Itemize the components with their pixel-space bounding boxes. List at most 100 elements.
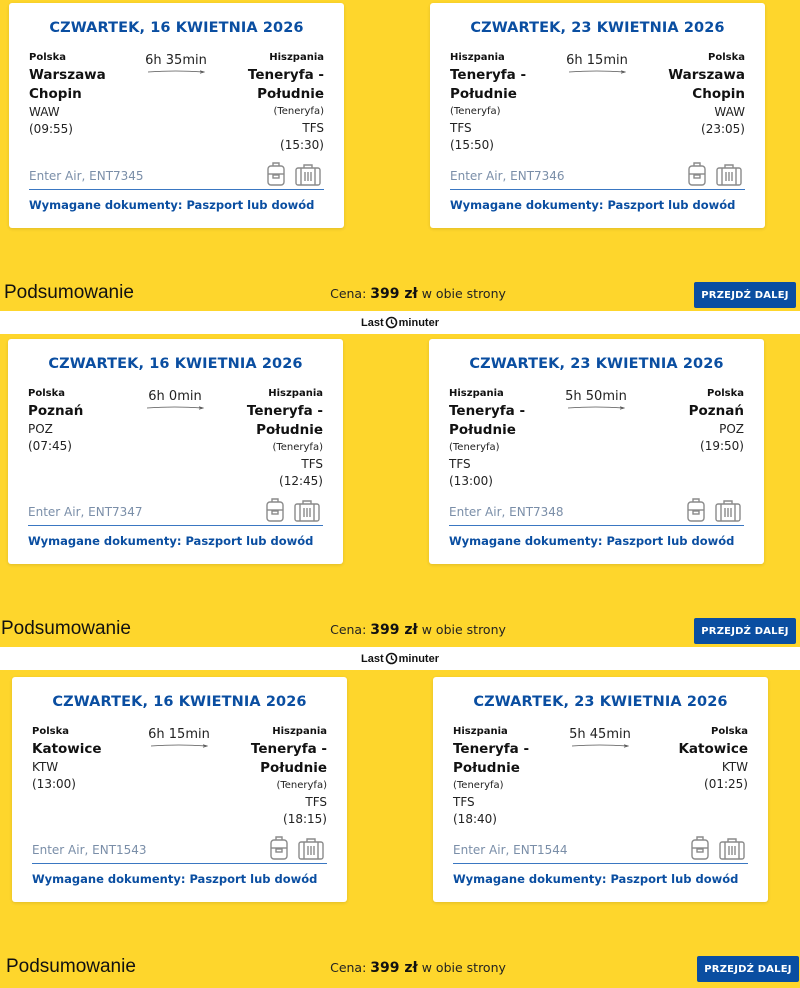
- flight-arc-icon: [146, 406, 204, 410]
- arrival-time: (18:15): [283, 812, 327, 826]
- origin-region: (Teneryfa): [450, 106, 501, 117]
- baggage-icons: [690, 835, 746, 861]
- destination-code: POZ: [719, 422, 744, 436]
- price-value: 399 zł: [370, 622, 418, 638]
- price-prefix: Cena:: [330, 622, 367, 637]
- flight-info-row: Enter Air, ENT7346: [450, 161, 745, 190]
- suitcase-icon[interactable]: [297, 837, 325, 861]
- destination-country: Polska: [707, 388, 744, 399]
- next-button[interactable]: PRZEJDŹ DALEJ: [694, 282, 796, 308]
- departure-time: (13:00): [449, 474, 493, 488]
- destination-country: Polska: [708, 52, 745, 63]
- flight-info-row: Enter Air, ENT1543: [32, 835, 327, 864]
- baggage-icons: [265, 497, 321, 523]
- flight-arc-icon: [567, 406, 625, 410]
- destination-city: Teneryfa - Południe: [250, 741, 327, 776]
- flight-info-row: Enter Air, ENT7345: [29, 161, 324, 190]
- destination-city: Katowice: [678, 741, 748, 757]
- required-documents: Wymagane dokumenty: Paszport lub dowód: [29, 198, 315, 212]
- departure-time: (18:40): [453, 812, 497, 826]
- suitcase-icon[interactable]: [294, 163, 322, 187]
- airline-flight-number: Enter Air, ENT7348: [449, 505, 564, 519]
- return-flight-card: CZWARTEK, 23 KWIETNIA 2026 Hiszpania Ten…: [433, 677, 768, 902]
- origin-code: TFS: [453, 795, 475, 809]
- destination-country: Hiszpania: [272, 726, 327, 737]
- price-suffix: w obie strony: [421, 960, 506, 975]
- destination: Polska Katowice KTW (01:25): [628, 726, 748, 793]
- origin-code: WAW: [29, 105, 60, 119]
- outbound-flight-card: CZWARTEK, 16 KWIETNIA 2026 Polska Katowi…: [12, 677, 347, 902]
- hand-luggage-icon[interactable]: [266, 161, 286, 187]
- hand-luggage-icon[interactable]: [265, 497, 285, 523]
- departure-time: (09:55): [29, 122, 73, 136]
- suitcase-icon[interactable]: [718, 837, 746, 861]
- destination: Hiszpania Teneryfa - Południe (Teneryfa)…: [203, 388, 323, 490]
- hand-luggage-icon[interactable]: [690, 835, 710, 861]
- destination-city: Poznań: [688, 403, 744, 419]
- destination-city: Warszawa Chopin: [668, 67, 745, 102]
- flight-date: CZWARTEK, 16 KWIETNIA 2026: [49, 20, 304, 36]
- flight-date: CZWARTEK, 16 KWIETNIA 2026: [48, 356, 303, 372]
- airline-flight-number: Enter Air, ENT1544: [453, 843, 568, 857]
- hand-luggage-icon[interactable]: [269, 835, 289, 861]
- return-flight-card: CZWARTEK, 23 KWIETNIA 2026 Hiszpania Ten…: [429, 339, 764, 564]
- arrival-time: (12:45): [279, 474, 323, 488]
- outbound-flight-card: CZWARTEK, 16 KWIETNIA 2026 Polska Warsza…: [9, 3, 344, 228]
- destination-region: (Teneryfa): [273, 106, 324, 117]
- origin-region: (Teneryfa): [449, 442, 500, 453]
- flight-arc-icon: [150, 744, 208, 748]
- price-value: 399 zł: [370, 286, 418, 302]
- hand-luggage-icon[interactable]: [687, 161, 707, 187]
- departure-time: (13:00): [32, 777, 76, 791]
- suitcase-icon[interactable]: [714, 499, 742, 523]
- flight-date: CZWARTEK, 16 KWIETNIA 2026: [52, 694, 307, 710]
- lastminuter-logo: Last minuter: [361, 316, 439, 329]
- logo-bar: Last minuter: [0, 311, 800, 334]
- arrival-time: (19:50): [700, 439, 744, 453]
- flight-offer: CZWARTEK, 16 KWIETNIA 2026 Polska Warsza…: [0, 0, 800, 310]
- price-value: 399 zł: [370, 960, 418, 976]
- origin-code: TFS: [449, 457, 471, 471]
- logo-text-right: minuter: [398, 316, 439, 329]
- destination: Hiszpania Teneryfa - Południe (Teneryfa)…: [207, 726, 327, 828]
- flight-arc-icon: [147, 70, 205, 74]
- suitcase-icon[interactable]: [715, 163, 743, 187]
- origin-code: POZ: [28, 422, 53, 436]
- destination: Polska Poznań POZ (19:50): [624, 388, 744, 455]
- flight-date: CZWARTEK, 23 KWIETNIA 2026: [473, 694, 728, 710]
- clock-icon: [385, 652, 397, 665]
- arrival-time: (15:30): [280, 138, 324, 152]
- suitcase-icon[interactable]: [293, 499, 321, 523]
- destination-country: Hiszpania: [268, 388, 323, 399]
- destination-code: TFS: [302, 121, 324, 135]
- logo-text-right: minuter: [398, 652, 439, 665]
- airline-flight-number: Enter Air, ENT1543: [32, 843, 147, 857]
- price-prefix: Cena:: [330, 286, 367, 301]
- destination-code: TFS: [301, 457, 323, 471]
- logo-bar: Last minuter: [0, 647, 800, 670]
- flight-offer: CZWARTEK, 16 KWIETNIA 2026 Polska Poznań…: [0, 336, 800, 646]
- required-documents: Wymagane dokumenty: Paszport lub dowód: [28, 534, 314, 548]
- flight-arc-icon: [568, 70, 626, 74]
- clock-icon: [385, 316, 397, 329]
- baggage-icons: [687, 161, 743, 187]
- logo-text-left: Last: [361, 652, 384, 665]
- destination-code: WAW: [714, 105, 745, 119]
- required-documents: Wymagane dokumenty: Paszport lub dowód: [450, 198, 736, 212]
- destination: Hiszpania Teneryfa - Południe (Teneryfa)…: [204, 52, 324, 154]
- next-button[interactable]: PRZEJDŹ DALEJ: [694, 618, 796, 644]
- departure-time: (15:50): [450, 138, 494, 152]
- airline-flight-number: Enter Air, ENT7346: [450, 169, 565, 183]
- price-prefix: Cena:: [330, 960, 367, 975]
- airline-flight-number: Enter Air, ENT7347: [28, 505, 143, 519]
- next-button[interactable]: PRZEJDŹ DALEJ: [697, 956, 799, 982]
- hand-luggage-icon[interactable]: [686, 497, 706, 523]
- logo-text-left: Last: [361, 316, 384, 329]
- destination-country: Polska: [711, 726, 748, 737]
- required-documents: Wymagane dokumenty: Paszport lub dowód: [453, 872, 739, 886]
- price-suffix: w obie strony: [421, 622, 506, 637]
- flight-info-row: Enter Air, ENT7348: [449, 497, 744, 526]
- price-summary: Cena: 399 zł w obie strony: [0, 622, 800, 638]
- origin-code: TFS: [450, 121, 472, 135]
- baggage-icons: [266, 161, 322, 187]
